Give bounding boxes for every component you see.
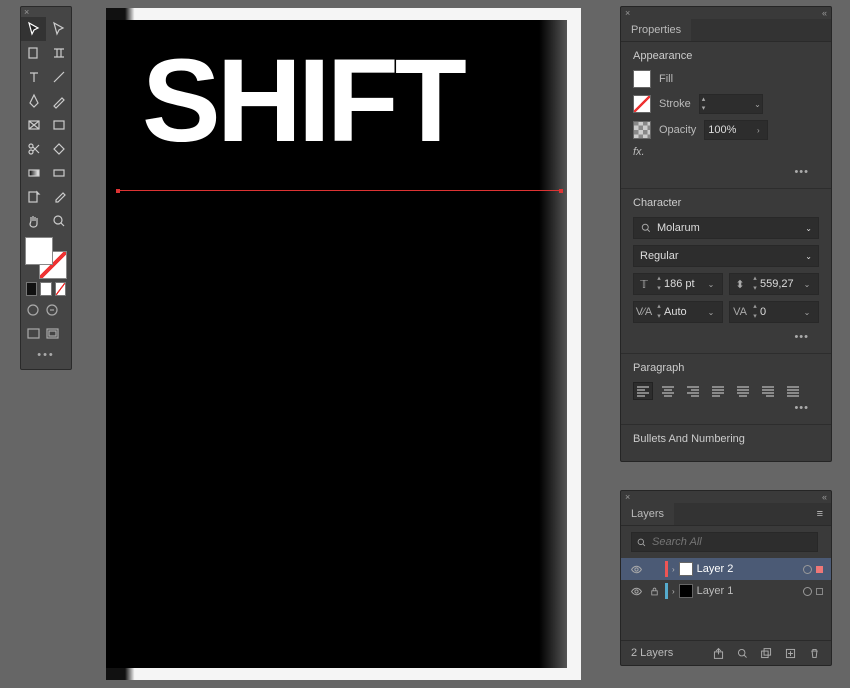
layers-panel: × « Layers ≡ › Layer 2 › Layer 1 — [620, 490, 832, 666]
paragraph-more-icon[interactable]: ••• — [633, 400, 819, 416]
gap-tool[interactable] — [46, 41, 71, 65]
character-section: Character Molarum⌄ Regular⌄ 𝕋 ▴▾ ⌄ ⬍ ▴▾ … — [621, 189, 831, 354]
tab-properties[interactable]: Properties — [621, 19, 691, 41]
locate-icon[interactable] — [735, 646, 749, 660]
free-transform-tool[interactable] — [46, 137, 71, 161]
note-tool[interactable] — [21, 185, 46, 209]
pencil-tool[interactable] — [46, 89, 71, 113]
layer-thumb — [679, 562, 693, 576]
character-more-icon[interactable]: ••• — [633, 329, 819, 345]
appearance-more-icon[interactable]: ••• — [633, 164, 819, 180]
line-tool[interactable] — [46, 65, 71, 89]
stroke-label: Stroke — [659, 98, 691, 110]
layers-close-icon[interactable]: × — [625, 492, 630, 502]
paragraph-title: Paragraph — [633, 362, 819, 374]
eyedropper-tool[interactable] — [46, 185, 71, 209]
visibility-icon[interactable] — [629, 584, 643, 598]
bullets-title: Bullets And Numbering — [633, 433, 819, 445]
new-sublayer-icon[interactable] — [759, 646, 773, 660]
target-icon[interactable] — [803, 587, 812, 596]
selection-tool[interactable] — [21, 17, 46, 41]
layer-row[interactable]: › Layer 2 — [621, 558, 831, 580]
gradient-swatch-tool[interactable] — [21, 161, 46, 185]
tab-layers[interactable]: Layers — [621, 503, 674, 525]
layer-row[interactable]: › Layer 1 — [621, 580, 831, 602]
screen-mode-icons[interactable] — [21, 322, 71, 345]
layer-thumb — [679, 584, 693, 598]
direct-selection-tool[interactable] — [46, 17, 71, 41]
appearance-section: Appearance Fill Stroke ▴▾ ⌄ Opacity › fx… — [621, 42, 831, 189]
bullets-section: Bullets And Numbering — [621, 425, 831, 461]
rectangle-frame-tool[interactable] — [21, 113, 46, 137]
properties-panel: × « Properties Appearance Fill Stroke ▴▾ … — [620, 6, 832, 462]
pen-tool[interactable] — [21, 89, 46, 113]
scissors-tool[interactable] — [21, 137, 46, 161]
apply-color-icons[interactable] — [21, 299, 71, 322]
layers-menu-icon[interactable]: ≡ — [809, 503, 831, 525]
layer-count: 2 Layers — [631, 647, 673, 659]
expand-icon[interactable]: › — [672, 565, 675, 574]
layer-name: Layer 1 — [697, 585, 734, 597]
leading-field[interactable]: ⬍ ▴▾ ⌄ — [729, 273, 819, 295]
text-baseline-indicator — [118, 190, 561, 191]
stroke-swatch[interactable] — [633, 95, 651, 113]
hand-tool[interactable] — [21, 209, 46, 233]
type-tool[interactable] — [21, 65, 46, 89]
font-family-select[interactable]: Molarum⌄ — [633, 217, 819, 239]
selection-indicator[interactable] — [816, 566, 823, 573]
gradient-feather-tool[interactable] — [46, 161, 71, 185]
layer-name: Layer 2 — [697, 563, 734, 575]
tracking-icon: VA — [730, 306, 750, 318]
new-layer-icon[interactable] — [783, 646, 797, 660]
panel-collapse-icon[interactable]: « — [822, 8, 827, 18]
paragraph-section: Paragraph ••• — [621, 354, 831, 425]
toolbox-more-icon[interactable]: ••• — [21, 345, 71, 369]
layers-collapse-icon[interactable]: « — [822, 492, 827, 502]
fill-swatch[interactable] — [633, 70, 651, 88]
text-frame[interactable]: SHIFT — [142, 42, 463, 160]
panel-close-icon[interactable]: × — [625, 8, 630, 18]
fill-label: Fill — [659, 73, 673, 85]
expand-icon[interactable]: › — [672, 587, 675, 596]
justify-center-icon[interactable] — [733, 382, 753, 400]
toolbox-panel: × ••• — [20, 6, 72, 370]
opacity-swatch[interactable] — [633, 121, 651, 139]
align-right-icon[interactable] — [683, 382, 703, 400]
opacity-label: Opacity — [659, 124, 696, 136]
justify-right-icon[interactable] — [758, 382, 778, 400]
fx-button[interactable]: fx. — [633, 146, 645, 158]
delete-layer-icon[interactable] — [807, 646, 821, 660]
toolbox-header[interactable]: × — [21, 7, 71, 17]
fill-stroke-swatch[interactable] — [21, 233, 71, 279]
lock-icon[interactable] — [647, 586, 661, 597]
format-container-toggle[interactable] — [21, 279, 71, 299]
opacity-field[interactable]: › — [704, 120, 768, 140]
align-left-icon[interactable] — [633, 382, 653, 400]
justify-left-icon[interactable] — [708, 382, 728, 400]
page-tool[interactable] — [21, 41, 46, 65]
character-title: Character — [633, 197, 819, 209]
selection-indicator[interactable] — [816, 588, 823, 595]
visibility-icon[interactable] — [629, 562, 643, 576]
font-size-icon: 𝕋 — [634, 278, 654, 291]
kerning-field[interactable]: V⁄A ▴▾ ⌄ — [633, 301, 723, 323]
target-icon[interactable] — [803, 565, 812, 574]
font-style-select[interactable]: Regular⌄ — [633, 245, 819, 267]
align-center-icon[interactable] — [658, 382, 678, 400]
document-canvas[interactable]: SHIFT — [106, 8, 581, 680]
leading-icon: ⬍ — [730, 278, 750, 291]
appearance-title: Appearance — [633, 50, 819, 62]
stroke-weight-field[interactable]: ▴▾ ⌄ — [699, 94, 763, 114]
export-icon[interactable] — [711, 646, 725, 660]
justify-all-icon[interactable] — [783, 382, 803, 400]
rectangle-tool[interactable] — [46, 113, 71, 137]
kerning-icon: V⁄A — [634, 306, 654, 318]
zoom-tool[interactable] — [46, 209, 71, 233]
layer-list: › Layer 2 › Layer 1 — [621, 558, 831, 602]
font-size-field[interactable]: 𝕋 ▴▾ ⌄ — [633, 273, 723, 295]
tracking-field[interactable]: VA ▴▾ ⌄ — [729, 301, 819, 323]
layers-search-input[interactable] — [631, 532, 818, 552]
